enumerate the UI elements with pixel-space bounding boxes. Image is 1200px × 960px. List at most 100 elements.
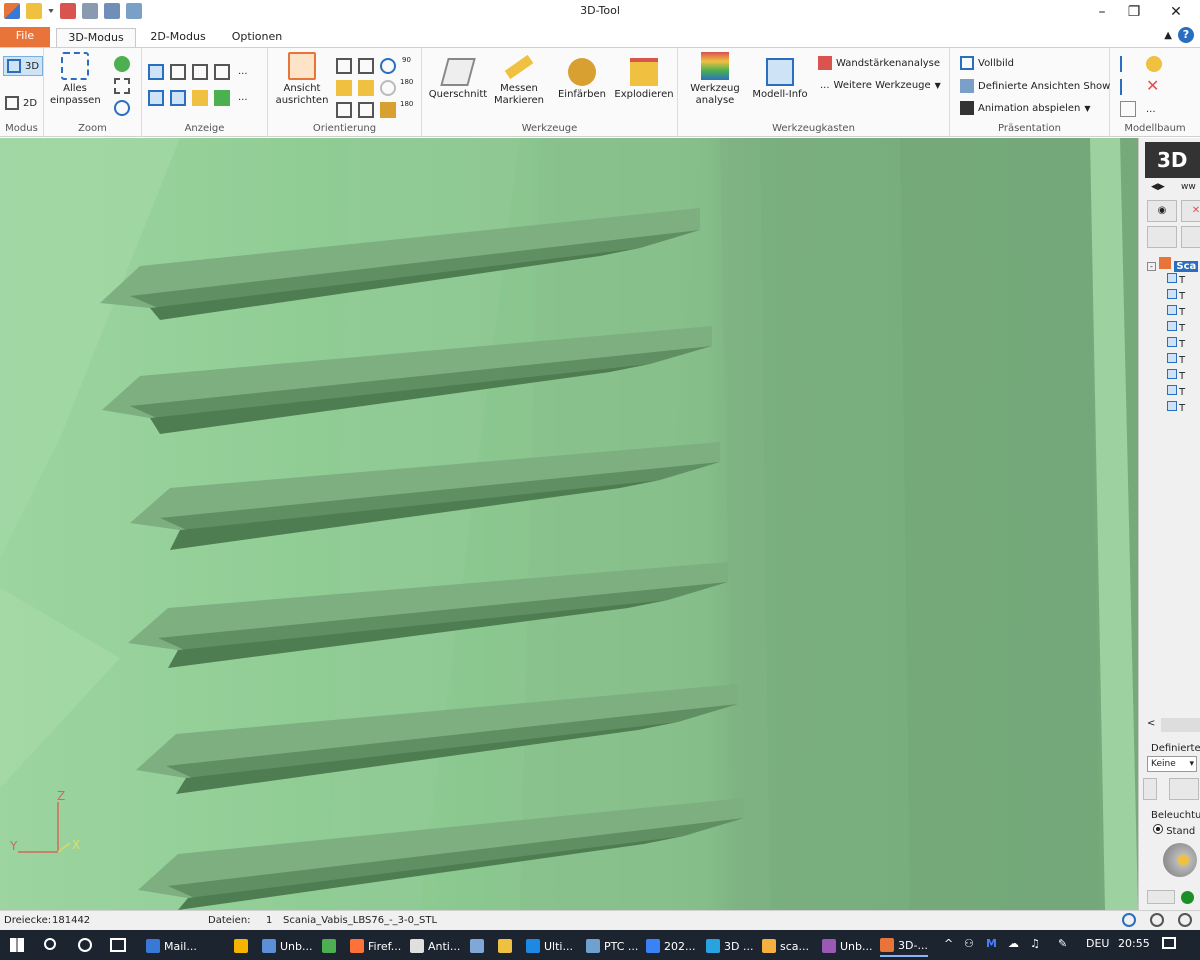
tree-child-item[interactable]: T	[1167, 369, 1185, 382]
measure-mark-button[interactable]: Messen Markieren	[492, 52, 546, 107]
hidden-line-icon[interactable]	[192, 64, 208, 80]
view-manage-icon[interactable]	[1169, 778, 1199, 800]
panel-split-icon[interactable]: ◀▶	[1151, 182, 1165, 192]
defined-views-show-button[interactable]: Definierte Ansichten Show	[960, 79, 1110, 93]
tree-child-item[interactable]: T	[1167, 273, 1185, 286]
taskbar-app[interactable]	[498, 935, 516, 957]
rotate-icon[interactable]	[380, 58, 396, 74]
tab-optionen[interactable]: Optionen	[222, 28, 292, 47]
task-view-icon[interactable]	[110, 938, 126, 952]
view-add-icon[interactable]	[1143, 778, 1157, 800]
volume-icon[interactable]: ♫	[1030, 937, 1040, 950]
fit-all-button[interactable]: Alles einpassen	[50, 52, 101, 107]
light-icon[interactable]	[1146, 56, 1162, 72]
more-tools-button[interactable]: ... Weitere Werkzeuge ▼	[820, 80, 941, 91]
clock[interactable]: 20:55	[1118, 937, 1150, 950]
colorize-button[interactable]: Einfärben	[554, 58, 610, 101]
taskbar-app[interactable]: 3D-...	[880, 935, 928, 957]
play-animation-button[interactable]: Animation abspielen ▼	[960, 101, 1091, 115]
light-sphere-icon[interactable]	[1163, 843, 1197, 877]
tree-icon[interactable]	[1120, 56, 1136, 72]
taskbar-app[interactable]: PTC ...	[586, 935, 638, 957]
more-display-button-1[interactable]: ...	[238, 66, 248, 77]
cross-section-button[interactable]: Querschnitt	[428, 58, 488, 101]
fullscreen-button[interactable]: Vollbild	[960, 56, 1014, 70]
tab-2d-modus[interactable]: 2D-Modus	[142, 28, 214, 47]
eye-icon[interactable]: ◉	[1147, 200, 1177, 222]
tab-file[interactable]: File	[0, 27, 50, 47]
tree-child-item[interactable]: T	[1167, 289, 1185, 302]
zoom-in-icon[interactable]	[114, 56, 130, 72]
more-tree-button[interactable]: ...	[1146, 104, 1156, 115]
align-view-button[interactable]: Ansicht ausrichten	[274, 52, 330, 107]
ruler-display-icon[interactable]	[192, 90, 208, 106]
taskbar-app[interactable]	[234, 935, 252, 957]
rotate-180b-label[interactable]: 180	[400, 100, 413, 108]
url-fragment[interactable]: ww	[1181, 182, 1196, 192]
taskbar-app[interactable]: 202...	[646, 935, 696, 957]
view-top-icon[interactable]	[336, 80, 352, 96]
tree-collapse-icon[interactable]	[1181, 226, 1200, 248]
taskbar-app[interactable]: Unb...	[262, 935, 313, 957]
view-left-icon[interactable]	[336, 102, 352, 118]
rotate-180a-label[interactable]: 180	[400, 78, 413, 86]
model-info-button[interactable]: Modell-Info	[748, 58, 812, 101]
close-window-button[interactable]: ✕	[1156, 2, 1196, 22]
taskbar-app[interactable]: Unb...	[822, 935, 873, 957]
view-bottom-icon[interactable]	[358, 80, 374, 96]
tree-child-item[interactable]: T	[1167, 385, 1185, 398]
delete-icon[interactable]: ✕	[1146, 78, 1162, 95]
taskbar-app[interactable]: sca...	[762, 935, 809, 957]
tool-analysis-button[interactable]: Werkzeug analyse	[684, 52, 746, 107]
tray-app-icon[interactable]: ⚇	[964, 937, 974, 950]
tree-display-icon[interactable]	[214, 90, 230, 106]
rotate-ghost-icon[interactable]	[380, 80, 396, 96]
cortana-icon[interactable]	[78, 938, 92, 952]
shaded-view-icon[interactable]	[148, 64, 164, 80]
definierte-select[interactable]: Keine ▾	[1147, 756, 1197, 772]
tree-root-item[interactable]: - Sca	[1147, 257, 1199, 272]
search-icon[interactable]	[44, 938, 56, 950]
light-swatch-icon[interactable]	[1147, 890, 1175, 904]
taskbar-app[interactable]: Anti...	[410, 935, 460, 957]
tree-list-icon[interactable]	[1120, 79, 1136, 95]
zoom-in-status-icon[interactable]	[1178, 913, 1192, 927]
taskbar-app[interactable]	[470, 935, 488, 957]
zoom-window-icon[interactable]	[114, 78, 130, 94]
scroll-track[interactable]	[1161, 718, 1200, 732]
taskbar-app[interactable]: Firef...	[350, 935, 401, 957]
tree-child-item[interactable]: T	[1167, 353, 1185, 366]
language-indicator[interactable]: DEU	[1086, 937, 1109, 950]
taskbar-app[interactable]: 3D ...	[706, 935, 753, 957]
tree-child-item[interactable]: T	[1167, 305, 1185, 318]
tray-expand-icon[interactable]: ^	[944, 937, 953, 950]
taskbar-app[interactable]: Mail...	[146, 935, 197, 957]
tree-child-item[interactable]: T	[1167, 337, 1185, 350]
mode-2d-button[interactable]: 2D	[5, 96, 37, 110]
pen-icon[interactable]: ✎	[1058, 937, 1067, 950]
hide-icon[interactable]: ✕	[1181, 200, 1200, 222]
view-right-icon[interactable]	[358, 102, 374, 118]
tree-child-item[interactable]: T	[1167, 401, 1185, 414]
wall-thickness-button[interactable]: Wandstärkenanalyse	[818, 56, 940, 70]
3d-viewport[interactable]: Z Y X	[0, 138, 1138, 910]
view-back-icon[interactable]	[358, 58, 374, 74]
windows-start-icon[interactable]	[10, 938, 24, 952]
lighting-standard-radio[interactable]: Stand	[1153, 824, 1195, 837]
zoom-out-status-icon[interactable]	[1150, 913, 1164, 927]
outline-view-icon[interactable]	[214, 64, 230, 80]
view-front-icon[interactable]	[336, 58, 352, 74]
taskbar-app[interactable]	[322, 935, 340, 957]
select-icon[interactable]	[1120, 101, 1136, 117]
collapse-ribbon-icon[interactable]: ▲	[1164, 30, 1172, 41]
scroll-left-icon[interactable]: <	[1147, 718, 1155, 729]
isometric-icon[interactable]	[380, 102, 396, 118]
restore-button[interactable]: ❐	[1114, 2, 1154, 22]
mode-3d-button[interactable]: 3D	[3, 56, 44, 76]
tree-expand-icon[interactable]	[1147, 226, 1177, 248]
explode-button[interactable]: Explodieren	[614, 58, 674, 101]
tree-collapse-toggle-icon[interactable]: -	[1147, 262, 1156, 271]
silhouette-icon[interactable]	[170, 90, 186, 106]
magnifier-icon[interactable]	[114, 100, 130, 116]
tray-m-icon[interactable]: M	[986, 937, 997, 950]
